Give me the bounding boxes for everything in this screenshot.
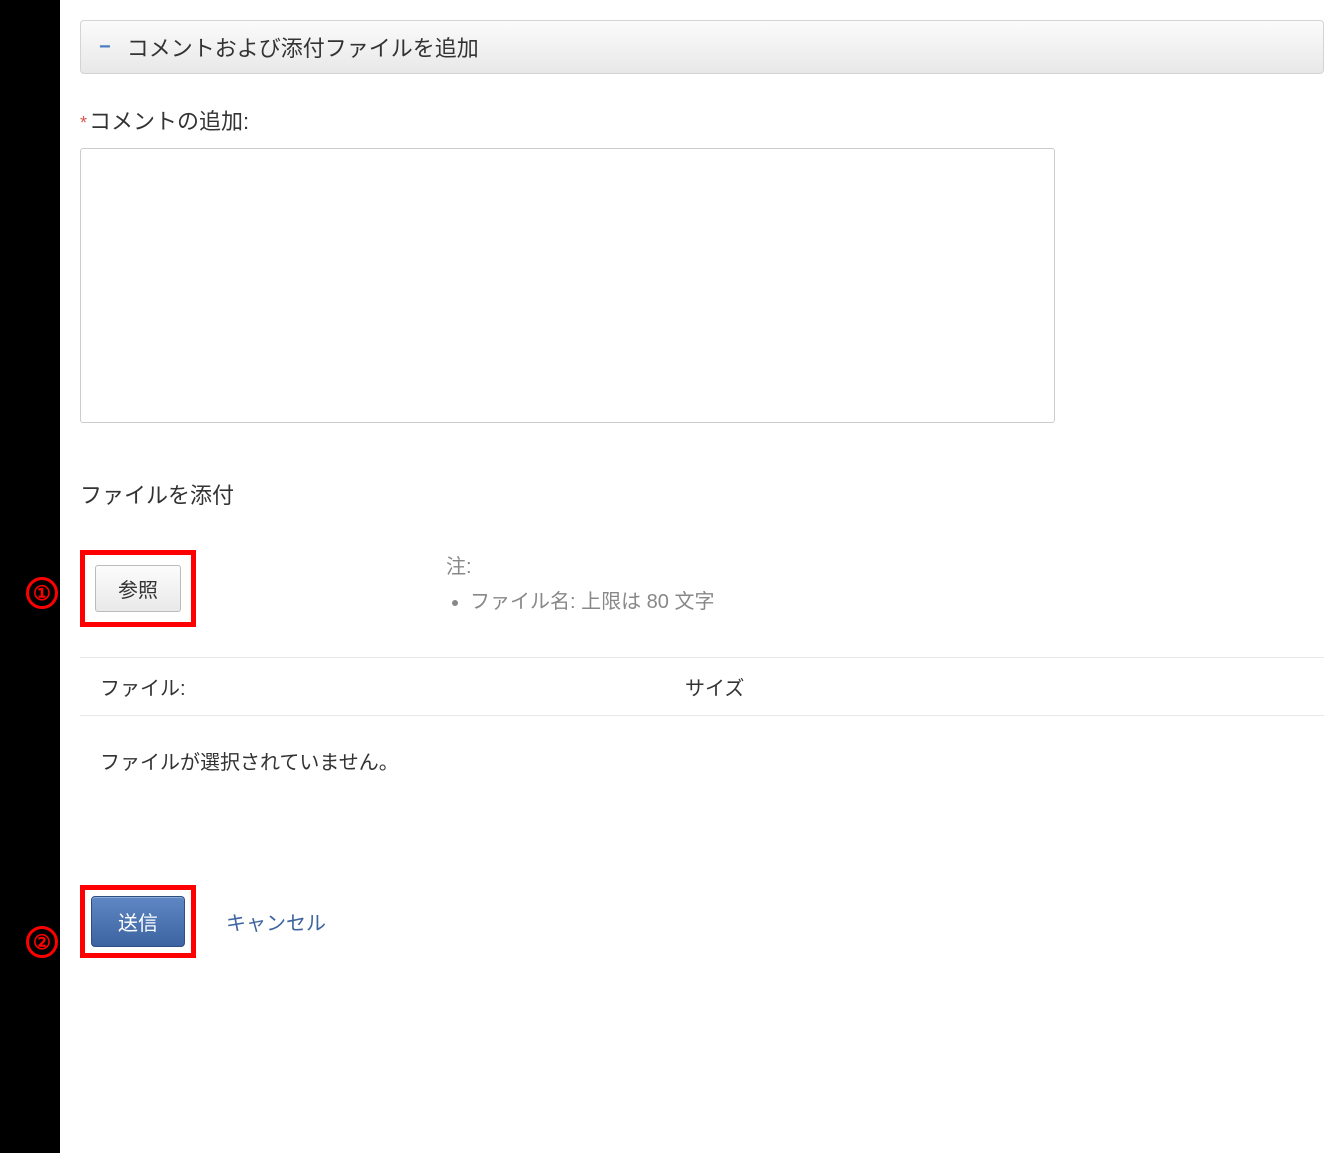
- section-header[interactable]: − コメントおよび添付ファイルを追加: [80, 20, 1324, 74]
- comment-label-text: コメントの追加:: [89, 109, 249, 134]
- submit-button[interactable]: 送信: [91, 896, 185, 947]
- action-row: 送信 キャンセル: [80, 885, 1324, 958]
- form-container: − コメントおよび添付ファイルを追加 *コメントの追加: ファイルを添付 参照 …: [60, 0, 1344, 1153]
- size-column-header: サイズ: [685, 672, 1304, 701]
- note-label: 注:: [446, 550, 714, 579]
- attachment-section: ファイルを添付 参照 注: ファイル名: 上限は 80 文字 ファイル: サイズ…: [80, 478, 1324, 805]
- file-column-header: ファイル:: [100, 672, 685, 701]
- required-marker: *: [80, 113, 87, 133]
- comment-field-group: *コメントの追加:: [80, 104, 1324, 478]
- cancel-link[interactable]: キャンセル: [226, 907, 326, 936]
- section-title: コメントおよび添付ファイルを追加: [127, 31, 479, 63]
- submit-highlight-box: 送信: [80, 885, 196, 958]
- browse-button[interactable]: 参照: [95, 565, 181, 612]
- comment-textarea[interactable]: [80, 148, 1055, 423]
- note-section: 注: ファイル名: 上限は 80 文字: [446, 550, 714, 614]
- no-file-selected-text: ファイルが選択されていません。: [80, 716, 1324, 805]
- collapse-minus-icon: −: [99, 37, 111, 57]
- note-item: ファイル名: 上限は 80 文字: [470, 585, 714, 614]
- browse-highlight-box: 参照: [80, 550, 196, 627]
- annotation-marker-2: ②: [26, 926, 58, 958]
- comment-label: *コメントの追加:: [80, 104, 1324, 136]
- attach-label: ファイルを添付: [80, 478, 1324, 510]
- annotation-marker-1: ①: [26, 577, 58, 609]
- file-table-header: ファイル: サイズ: [80, 657, 1324, 716]
